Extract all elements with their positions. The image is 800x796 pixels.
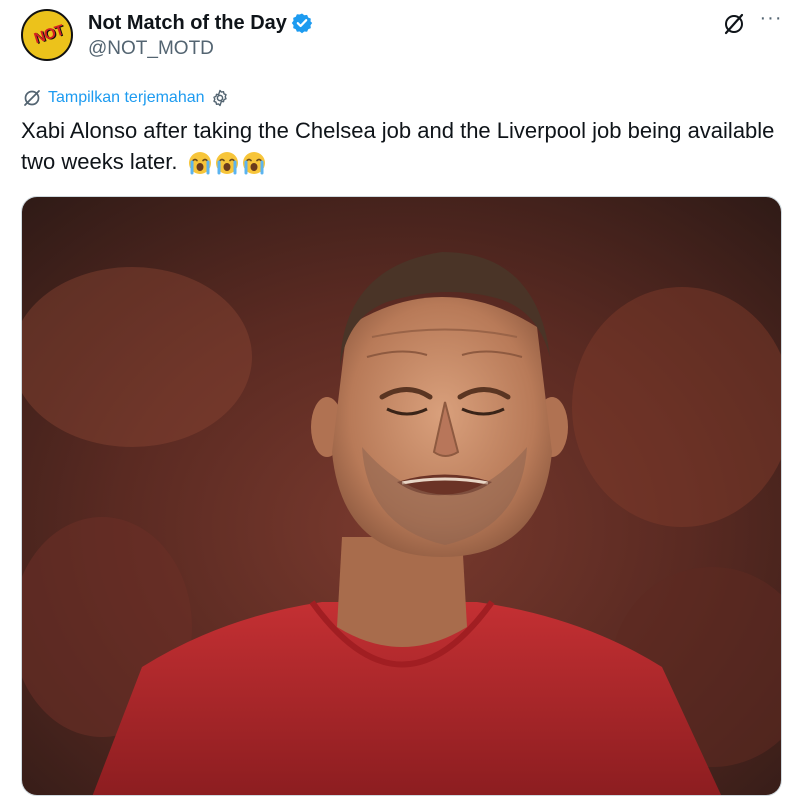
loudly-crying-face-icon [242, 152, 265, 175]
author-handle[interactable]: @NOT_MOTD [88, 38, 214, 60]
tweet-body: Xabi Alonso after taking the Chelsea job… [21, 115, 781, 177]
tweet-text: Xabi Alonso after taking the Chelsea job… [21, 118, 775, 174]
more-icon[interactable]: ··· [756, 8, 786, 32]
settings-gear-icon[interactable] [211, 89, 229, 107]
grok-icon[interactable] [722, 12, 746, 36]
translate-row: Tampilkan terjemahan [22, 87, 229, 109]
loudly-crying-face-icon [215, 152, 238, 175]
avatar[interactable]: NOT [21, 9, 73, 61]
author-name-row: Not Match of the Day [88, 10, 313, 36]
tweet-header: NOT Not Match of the Day @NOT_MOTD ··· [0, 0, 800, 70]
show-translation-link[interactable]: Tampilkan terjemahan [48, 89, 205, 107]
emoji-group [188, 151, 269, 175]
avatar-logo-text: NOT [32, 21, 66, 48]
loudly-crying-face-icon [188, 152, 211, 175]
tweet-media-photo[interactable] [21, 196, 782, 796]
photo-illustration [22, 197, 781, 795]
display-name[interactable]: Not Match of the Day [88, 12, 287, 35]
translate-icon [24, 90, 40, 106]
verified-badge-icon [291, 13, 313, 34]
